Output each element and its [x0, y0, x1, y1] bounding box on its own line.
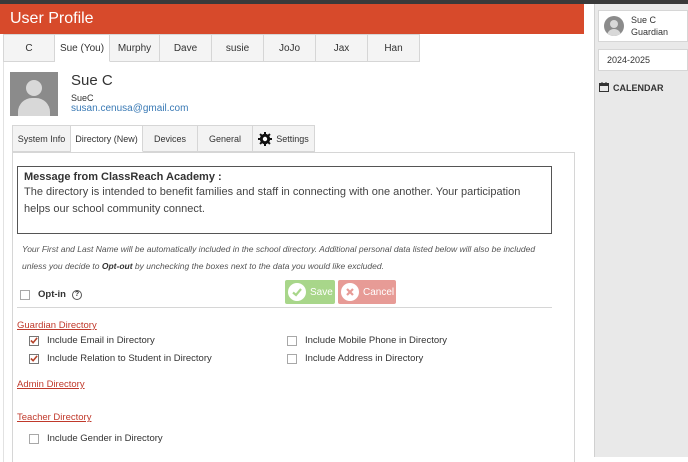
include-relation-checkbox[interactable] [29, 353, 39, 364]
profile-email-link[interactable]: susan.cenusa@gmail.com [71, 103, 188, 114]
section-divider [17, 307, 552, 308]
option-include-gender: Include Gender in Directory [29, 433, 163, 444]
profile-username: SueC [71, 93, 94, 103]
tab-student-susie[interactable]: susie [212, 34, 264, 62]
tab-student-c[interactable]: C [3, 34, 55, 62]
tab-settings-label: Settings [276, 133, 309, 144]
page-title: User Profile [10, 10, 94, 27]
tab-system-info[interactable]: System Info [12, 125, 71, 152]
profile-name: Sue C [71, 72, 113, 89]
calendar-icon [599, 82, 609, 94]
tab-general[interactable]: General [198, 125, 253, 152]
teacher-directory-title: Teacher Directory [17, 412, 92, 423]
sidebar-avatar [604, 16, 624, 36]
message-body: The directory is intended to benefit fam… [24, 186, 521, 215]
school-year-select[interactable]: 2024-2025 [598, 49, 688, 71]
avatar [10, 72, 58, 116]
right-sidebar [594, 4, 688, 457]
page-header: User Profile [0, 4, 584, 34]
save-button[interactable]: Save [285, 280, 335, 304]
tab-student-jax[interactable]: Jax [316, 34, 368, 62]
student-tabs: C Sue (You) Murphy Dave susie JoJo Jax H… [3, 34, 420, 62]
include-gender-label: Include Gender in Directory [47, 433, 163, 444]
gear-icon [258, 131, 273, 146]
info-text-part2: by unchecking the boxes next to the data… [132, 261, 384, 271]
option-include-relation: Include Relation to Student in Directory [29, 353, 212, 364]
include-mobile-label: Include Mobile Phone in Directory [305, 335, 448, 346]
tab-student-sue[interactable]: Sue (You) [55, 34, 110, 62]
question-circle-icon[interactable]: ? [71, 289, 82, 300]
sidebar-avatar-head [610, 20, 618, 28]
include-address-checkbox[interactable] [287, 353, 297, 364]
admin-directory-title: Admin Directory [17, 379, 85, 390]
cancel-button[interactable]: Cancel [338, 280, 396, 304]
sidebar-user-card[interactable]: Sue C Guardian [598, 10, 688, 42]
include-email-label: Include Email in Directory [47, 335, 155, 346]
include-email-checkbox[interactable] [29, 335, 39, 346]
save-button-label: Save [310, 286, 333, 298]
optin-row: Opt-in ? [20, 289, 82, 300]
calendar-label: CALENDAR [613, 83, 664, 93]
avatar-body [18, 98, 50, 116]
sidebar-user-name: Sue C [631, 15, 657, 25]
close-icon [341, 283, 359, 301]
sidebar-user-role: Guardian [631, 27, 669, 37]
tab-student-jojo[interactable]: JoJo [264, 34, 316, 62]
sidebar-calendar-link[interactable]: CALENDAR [599, 82, 664, 94]
option-include-mobile: Include Mobile Phone in Directory [287, 335, 447, 346]
include-relation-label: Include Relation to Student in Directory [47, 353, 212, 364]
tab-directory[interactable]: Directory (New) [71, 125, 143, 152]
optin-checkbox[interactable] [20, 289, 30, 300]
guardian-directory-title: Guardian Directory [17, 320, 97, 331]
option-include-email: Include Email in Directory [29, 335, 155, 346]
cancel-button-label: Cancel [363, 286, 395, 298]
tab-student-dave[interactable]: Dave [160, 34, 212, 62]
tab-student-murphy[interactable]: Murphy [110, 34, 160, 62]
profile-tabs: System Info Directory (New) Devices Gene… [12, 125, 315, 152]
tab-devices[interactable]: Devices [143, 125, 198, 152]
tab-student-han[interactable]: Han [368, 34, 420, 62]
school-message: Message from ClassReach Academy : The di… [17, 166, 552, 234]
avatar-head [26, 80, 42, 96]
tab-settings[interactable]: Settings [253, 125, 315, 152]
check-icon [288, 283, 306, 301]
include-gender-checkbox[interactable] [29, 433, 39, 444]
info-text-optout: Opt-out [101, 261, 133, 271]
include-mobile-checkbox[interactable] [287, 335, 297, 346]
sidebar-avatar-body [607, 29, 621, 36]
option-include-address: Include Address in Directory [287, 353, 423, 364]
include-address-label: Include Address in Directory [305, 353, 424, 364]
directory-info-text: Your First and Last Name will be automat… [22, 241, 552, 275]
optin-label: Opt-in [38, 289, 66, 300]
message-title: Message from ClassReach Academy : [24, 171, 222, 183]
